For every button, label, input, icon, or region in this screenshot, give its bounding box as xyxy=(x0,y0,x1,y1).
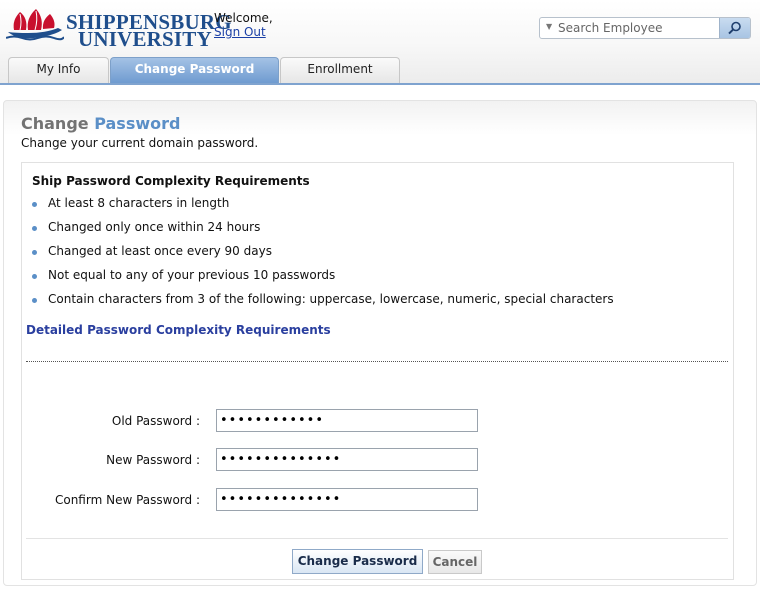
requirement-text: At least 8 characters in length xyxy=(48,196,230,210)
welcome-text: Welcome, xyxy=(214,11,273,25)
bullet-icon xyxy=(32,274,37,279)
new-password-field[interactable] xyxy=(216,448,478,471)
search-button[interactable] xyxy=(719,18,750,38)
requirement-text: Contain characters from 3 of the followi… xyxy=(48,292,614,306)
page-subtitle: Change your current domain password. xyxy=(21,136,259,150)
detailed-requirements-link[interactable]: Detailed Password Complexity Requirement… xyxy=(26,323,331,337)
tab-change-password-label: Change Password xyxy=(134,62,255,76)
old-password-label: Old Password : xyxy=(111,414,200,428)
university-logo[interactable]: SHIPPENSBURG UNIVERSITY xyxy=(6,6,232,51)
sign-out-link[interactable]: Sign Out xyxy=(214,25,266,39)
requirement-item: Changed only once within 24 hours xyxy=(30,220,614,244)
old-password-field[interactable] xyxy=(216,409,478,432)
tab-enrollment[interactable]: Enrollment xyxy=(280,57,400,83)
new-password-label: New Password : xyxy=(106,453,200,467)
requirement-text: Changed only once within 24 hours xyxy=(48,220,261,234)
tab-my-info[interactable]: My Info xyxy=(8,57,109,83)
requirements-list: At least 8 characters in length Changed … xyxy=(30,196,614,316)
bullet-icon xyxy=(32,202,37,207)
employee-search: ▼ xyxy=(539,17,751,39)
logo-text-line2: UNIVERSITY xyxy=(78,27,212,51)
search-input[interactable] xyxy=(558,19,718,37)
ship-logo-icon xyxy=(6,9,64,41)
bullet-icon xyxy=(32,226,37,231)
tab-underline xyxy=(0,83,760,85)
bullet-icon xyxy=(32,298,37,303)
confirm-password-label: Confirm New Password : xyxy=(54,493,200,507)
cancel-button[interactable]: Cancel xyxy=(428,550,482,574)
requirement-item: At least 8 characters in length xyxy=(30,196,614,220)
requirement-item: Contain characters from 3 of the followi… xyxy=(30,292,614,316)
page-title: Change Password xyxy=(21,114,180,133)
page-title-part2: Password xyxy=(94,114,181,133)
requirement-text: Not equal to any of your previous 10 pas… xyxy=(48,268,336,282)
requirement-item: Not equal to any of your previous 10 pas… xyxy=(30,268,614,292)
requirements-heading: Ship Password Complexity Requirements xyxy=(32,174,310,188)
tab-change-password[interactable]: Change Password xyxy=(110,57,301,84)
change-password-button[interactable]: Change Password xyxy=(292,549,423,574)
search-dropdown-icon[interactable]: ▼ xyxy=(546,22,552,31)
page-title-part1: Change xyxy=(21,114,89,133)
requirement-text: Changed at least once every 90 days xyxy=(48,244,272,258)
app-header: SHIPPENSBURG UNIVERSITY Welcome, Sign Ou… xyxy=(0,0,760,85)
bullet-icon xyxy=(32,250,37,255)
confirm-password-field[interactable] xyxy=(216,488,478,511)
requirement-item: Changed at least once every 90 days xyxy=(30,244,614,268)
form-divider xyxy=(26,538,728,539)
magnifier-icon xyxy=(728,21,741,35)
dotted-divider xyxy=(26,361,728,362)
